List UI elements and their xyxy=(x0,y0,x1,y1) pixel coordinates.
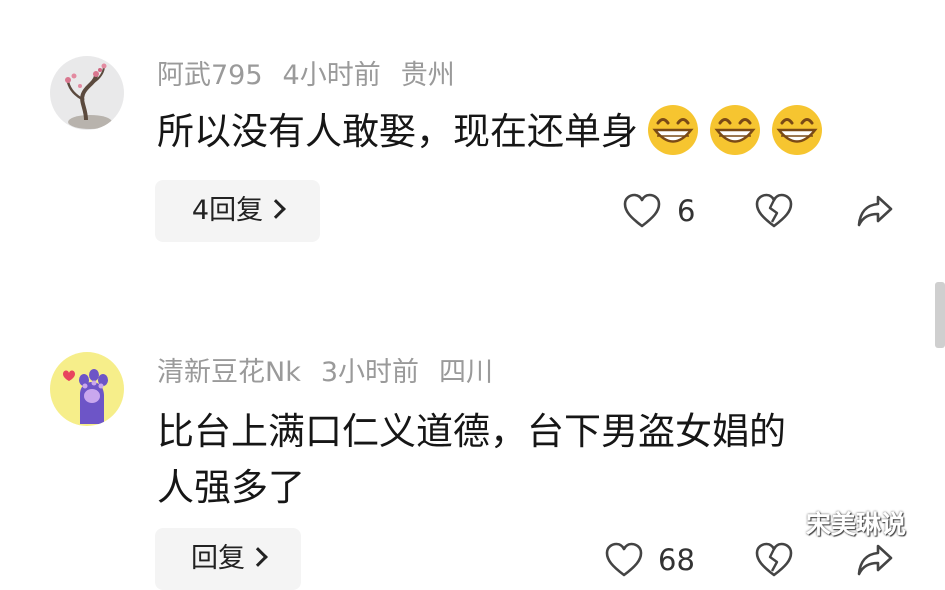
view-replies-button[interactable]: 4回复 xyxy=(155,180,320,242)
reply-label: 4回复 xyxy=(191,195,264,226)
grinning-face-emoji-icon xyxy=(772,104,822,155)
like-count: 68 xyxy=(658,543,695,577)
comment-meta: 阿武795 4小时前 贵州 xyxy=(157,58,475,94)
watermark: 宋美琳说 xyxy=(806,510,907,539)
share-arrow-icon[interactable] xyxy=(856,193,894,229)
plum-blossom-avatar-image xyxy=(50,56,124,130)
location: 贵州 xyxy=(400,60,455,91)
username[interactable]: 清新豆花Nk xyxy=(157,357,301,388)
comment-text-line: 人强多了 xyxy=(157,466,305,509)
chevron-right-icon xyxy=(266,199,286,219)
comment-meta: 清新豆花Nk 3小时前 四川 xyxy=(157,355,513,391)
like-count: 6 xyxy=(677,194,696,228)
timestamp: 3小时前 xyxy=(320,357,420,388)
dislike-broken-heart-icon[interactable] xyxy=(754,192,794,230)
comment-text-content: 所以没有人敢娶，现在还单身 xyxy=(157,110,638,153)
location: 四川 xyxy=(439,357,494,388)
chevron-right-icon xyxy=(248,547,268,567)
comment-text: 比台上满口仁义道德，台下男盗女娼的 人强多了 xyxy=(157,404,786,516)
grinning-face-emoji-icon xyxy=(648,104,698,155)
comment-text-line: 比台上满口仁义道德，台下男盗女娼的 xyxy=(157,410,786,453)
grinning-face-emoji-icon xyxy=(710,104,760,155)
comment-item: 阿武795 4小时前 贵州 所以没有人敢娶，现在还单身 4回复 6 xyxy=(0,0,945,260)
comment-item: 清新豆花Nk 3小时前 四川 比台上满口仁义道德，台下男盗女娼的 人强多了 回复 6… xyxy=(0,260,945,590)
like-heart-icon[interactable] xyxy=(622,192,662,230)
dislike-broken-heart-icon[interactable] xyxy=(754,541,794,579)
share-arrow-icon[interactable] xyxy=(856,542,894,578)
scrollbar-thumb[interactable] xyxy=(935,282,945,348)
cat-paw-avatar-image xyxy=(50,352,124,426)
username[interactable]: 阿武795 xyxy=(157,60,263,91)
avatar[interactable] xyxy=(50,352,124,426)
avatar[interactable] xyxy=(50,56,124,130)
timestamp: 4小时前 xyxy=(282,60,381,91)
reply-label: 回复 xyxy=(191,543,245,574)
comment-text: 所以没有人敢娶，现在还单身 xyxy=(157,104,824,161)
reply-button[interactable]: 回复 xyxy=(155,528,301,590)
like-heart-icon[interactable] xyxy=(604,541,644,579)
